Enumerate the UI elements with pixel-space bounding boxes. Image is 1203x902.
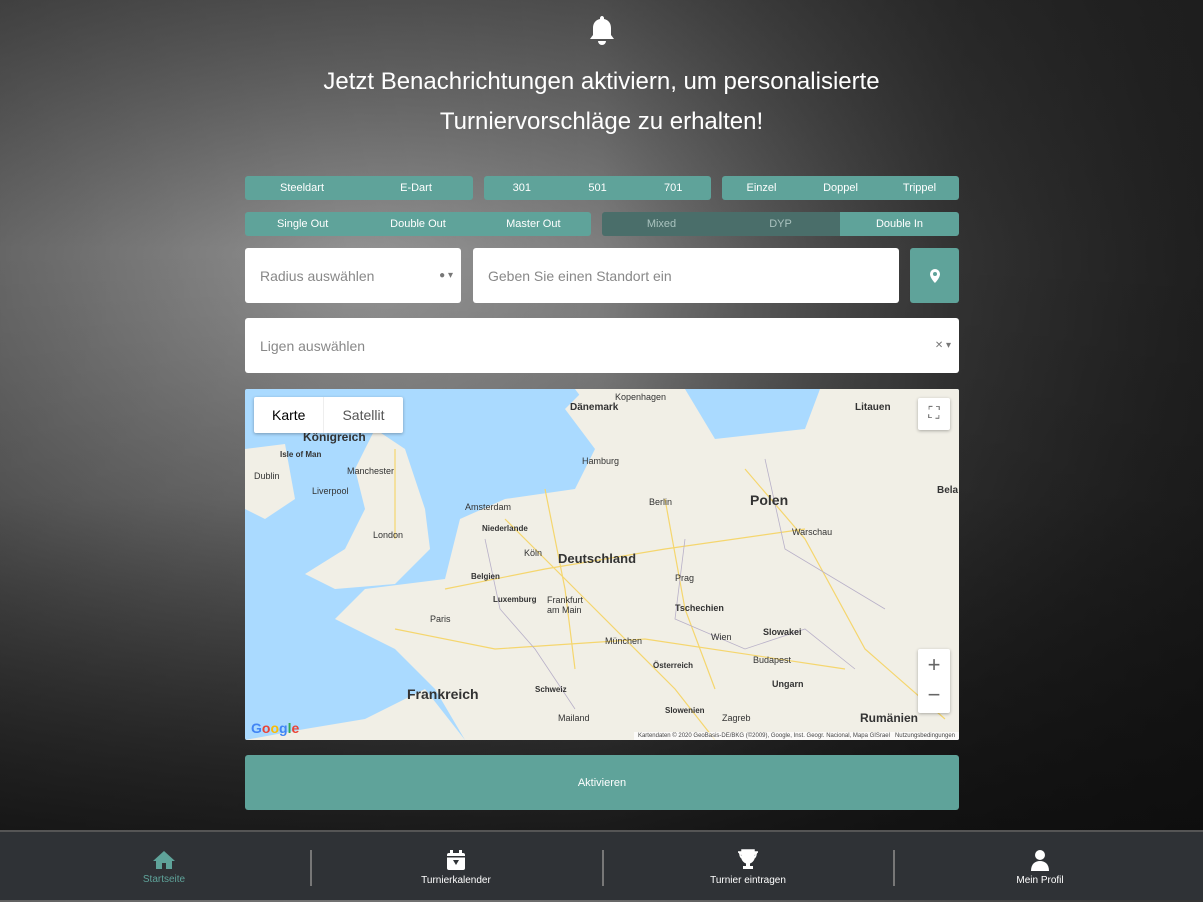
home-icon: [153, 850, 175, 869]
location-placeholder: Geben Sie einen Standort ein: [488, 267, 672, 284]
nav-turnier-eintragen[interactable]: Turnier eintragen: [688, 832, 808, 902]
google-logo: Google: [251, 720, 300, 736]
filter-701[interactable]: 701: [635, 176, 711, 200]
nav-label: Mein Profil: [1016, 874, 1064, 886]
leagues-select[interactable]: Ligen auswählen ✕ ▾: [245, 318, 959, 373]
extra-group: Mixed DYP Double In: [602, 212, 959, 236]
map-label: Österreich: [653, 661, 694, 670]
map-label: Bela: [937, 485, 959, 496]
clear-caret-icon[interactable]: ✕ ▾: [935, 340, 951, 351]
filter-double-in[interactable]: Double In: [840, 212, 959, 236]
terms-link[interactable]: Nutzungsbedingungen: [895, 733, 955, 739]
attribution-text: Kartendaten © 2020 GeoBasis-DE/BKG (©200…: [637, 733, 890, 739]
nav-turnierkalender[interactable]: Turnierkalender: [396, 832, 516, 902]
map-label: Tschechien: [675, 603, 724, 613]
bottom-nav: Startseite Turnierkalender Turnier eintr…: [0, 830, 1203, 900]
nav-label: Turnierkalender: [421, 874, 491, 886]
clear-caret-icon[interactable]: ● ▾: [439, 270, 453, 281]
filter-trippel[interactable]: Trippel: [880, 176, 959, 200]
map-label: Köln: [524, 548, 543, 558]
headline-line-1: Jetzt Benachrichtungen aktiviern, um per…: [323, 68, 880, 95]
map-label: Manchester: [347, 466, 395, 476]
location-input[interactable]: Geben Sie einen Standort ein: [473, 248, 899, 303]
dart-type-group: Steeldart E-Dart: [245, 176, 473, 200]
activate-button[interactable]: Aktivieren: [245, 755, 959, 810]
map-label: Kopenhagen: [615, 392, 667, 402]
nav-mein-profil[interactable]: Mein Profil: [990, 832, 1090, 902]
filter-einzel[interactable]: Einzel: [722, 176, 801, 200]
filter-301[interactable]: 301: [484, 176, 560, 200]
map-label: Amsterdam: [465, 502, 512, 512]
radius-placeholder: Radius auswählen: [260, 267, 375, 284]
filter-mixed[interactable]: Mixed: [602, 212, 721, 236]
map[interactable]: Dänemark Kopenhagen Litauen Königreich I…: [245, 389, 959, 740]
radius-select[interactable]: Radius auswählen ● ▾: [245, 248, 461, 303]
map-label: Isle of Man: [280, 450, 322, 459]
nav-label: Startseite: [142, 873, 186, 885]
nav-label: Turnier eintragen: [710, 874, 786, 886]
nav-divider: [893, 850, 895, 886]
map-label: Niederlande: [482, 524, 528, 533]
filter-steeldart[interactable]: Steeldart: [245, 176, 359, 200]
map-label: Slowenien: [665, 706, 705, 715]
map-label: Zagreb: [722, 713, 751, 723]
map-label: Prag: [675, 573, 695, 583]
filter-dyp[interactable]: DYP: [721, 212, 840, 236]
map-label: Ungarn: [772, 679, 804, 689]
headline-line-2: Turniervorschläge zu erhalten!: [439, 108, 764, 135]
map-label: Deutschland: [558, 551, 637, 566]
map-label: Dänemark: [570, 402, 619, 413]
map-label: London: [373, 530, 404, 540]
map-label: Polen: [750, 492, 789, 508]
map-label: Berlin: [649, 497, 673, 507]
calendar-icon: [447, 849, 465, 870]
trophy-icon: [738, 848, 758, 869]
nav-divider: [310, 850, 312, 886]
map-label: Liverpool: [312, 486, 349, 496]
map-label: Belgien: [471, 572, 500, 581]
filter-doppel[interactable]: Doppel: [801, 176, 880, 200]
map-label: Litauen: [855, 402, 891, 413]
bell-icon: [590, 16, 614, 45]
map-type-satellit[interactable]: Satellit: [323, 397, 402, 433]
map-type-karte[interactable]: Karte: [254, 397, 323, 433]
filter-double-out[interactable]: Double Out: [360, 212, 476, 236]
map-label: Budapest: [753, 655, 792, 665]
user-icon: [1031, 849, 1049, 871]
locate-button[interactable]: [910, 248, 959, 303]
fullscreen-icon[interactable]: ⛶: [918, 398, 950, 430]
game-group: 301 501 701: [484, 176, 711, 200]
map-marker-icon: [929, 268, 940, 283]
map-attribution: Kartendaten © 2020 GeoBasis-DE/BKG (©200…: [633, 732, 959, 740]
filter-single-out[interactable]: Single Out: [245, 212, 361, 236]
headline: Jetzt Benachrichtungen aktiviern, um per…: [200, 62, 1003, 142]
filter-master-out[interactable]: Master Out: [475, 212, 591, 236]
map-label: Luxemburg: [493, 595, 537, 604]
map-label: Mailand: [558, 713, 590, 723]
map-label: Warschau: [792, 527, 833, 537]
nav-divider: [602, 850, 604, 886]
filter-501[interactable]: 501: [559, 176, 636, 200]
map-label: Schweiz: [535, 685, 567, 694]
map-label: Paris: [430, 614, 451, 624]
map-label: Dublin: [254, 471, 280, 481]
map-label: Hamburg: [582, 456, 620, 466]
map-label: Rumänien: [860, 711, 919, 725]
leagues-placeholder: Ligen auswählen: [260, 337, 366, 354]
map-label: Frankfurt am Main: [547, 595, 584, 615]
zoom-in-icon[interactable]: +: [928, 649, 941, 681]
map-label: Frankreich: [407, 686, 479, 702]
zoom-out-icon[interactable]: −: [928, 681, 941, 713]
map-label: München: [605, 636, 643, 646]
map-label: Wien: [711, 632, 732, 642]
mode-group: Einzel Doppel Trippel: [722, 176, 959, 200]
out-group: Single Out Double Out Master Out: [245, 212, 591, 236]
filter-edart[interactable]: E-Dart: [359, 176, 473, 200]
map-type-control: Karte Satellit: [254, 397, 403, 433]
map-label: Slowakei: [763, 627, 802, 637]
zoom-control: + −: [918, 649, 950, 713]
nav-startseite[interactable]: Startseite: [114, 832, 214, 902]
